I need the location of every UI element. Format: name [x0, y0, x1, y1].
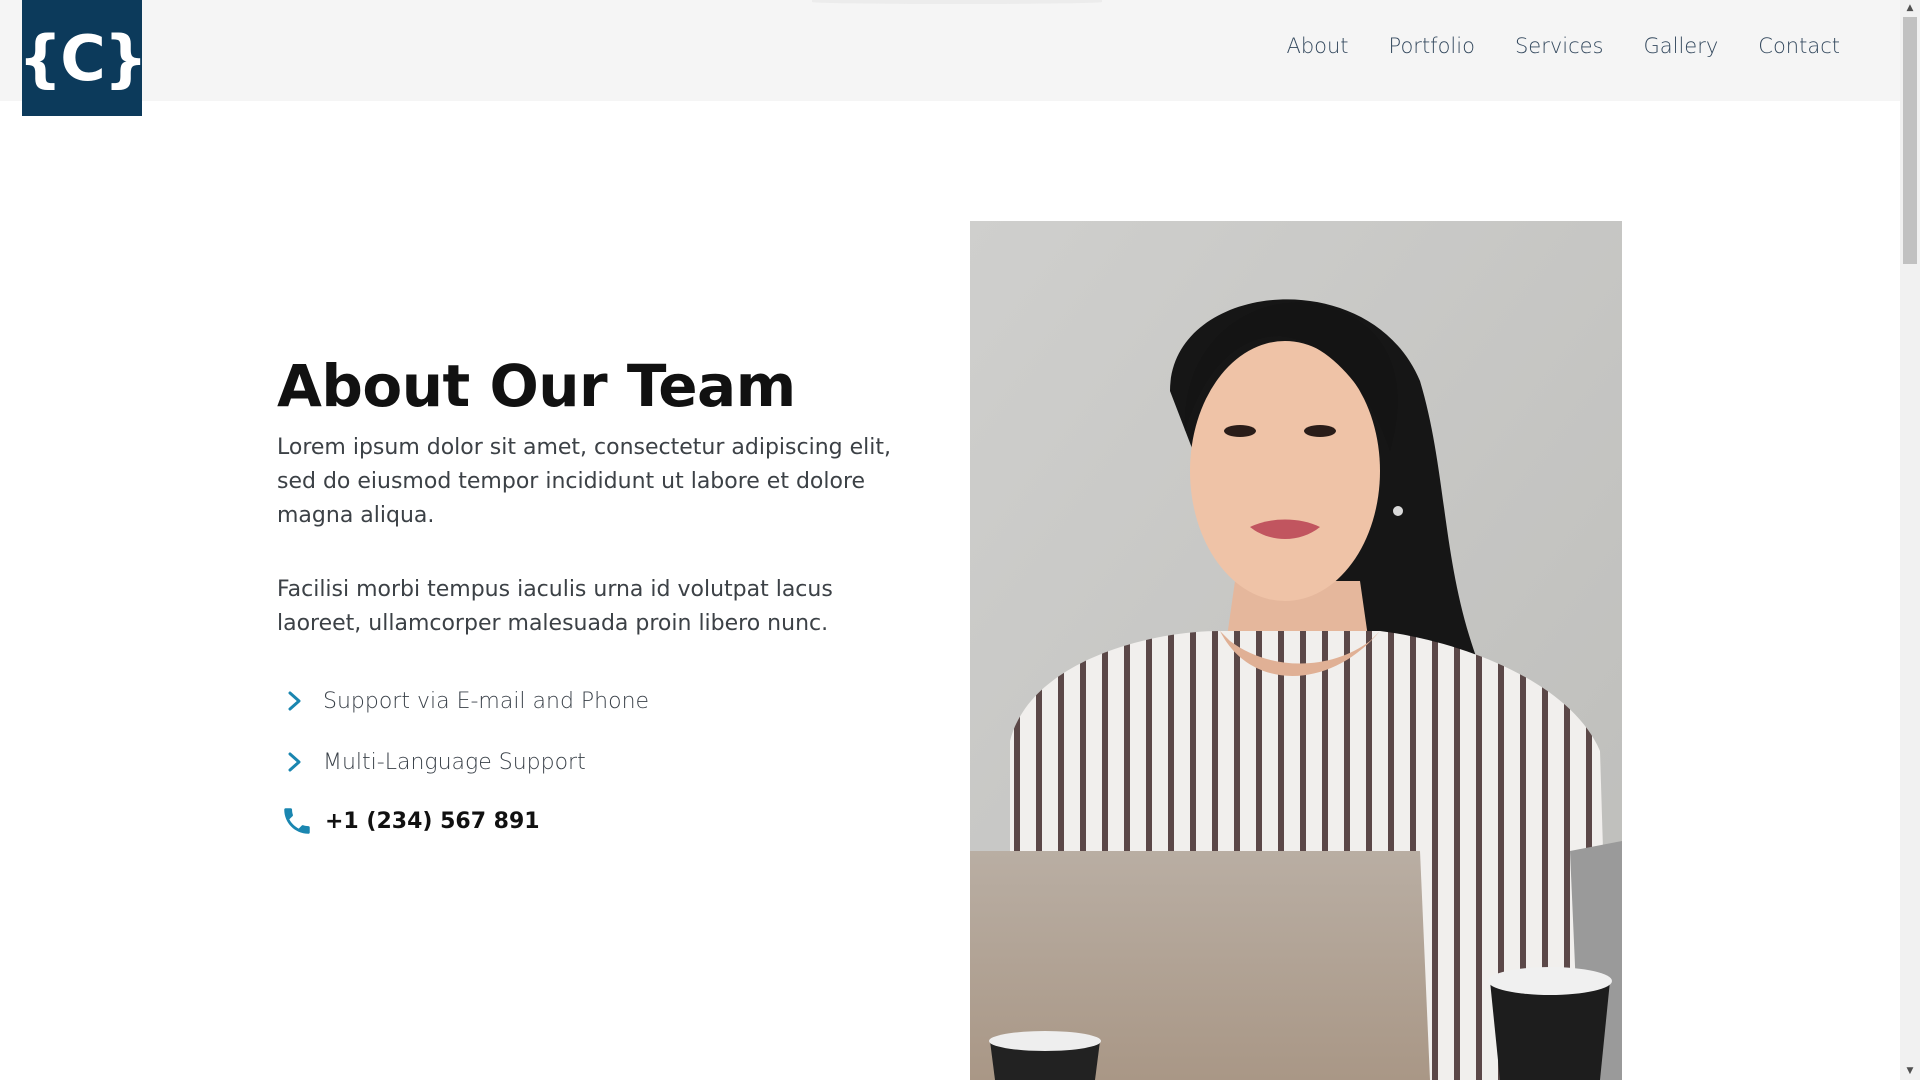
team-member-photo: [970, 221, 1622, 1080]
site-logo[interactable]: {C}: [18, 0, 148, 116]
nav-link-about[interactable]: About: [1286, 30, 1348, 62]
feature-item: Support via E-mail and Phone: [277, 681, 917, 721]
header-shadow: [812, 0, 1102, 4]
logo-text: {C}: [18, 21, 148, 95]
about-section: About Our Team Lorem ipsum dolor sit ame…: [277, 340, 917, 839]
scroll-down-icon[interactable]: ▼: [1900, 1063, 1920, 1080]
about-paragraph-1: Lorem ipsum dolor sit amet, consectetur …: [277, 435, 891, 528]
feature-item: Multi-Language Support: [277, 742, 917, 782]
scroll-up-icon[interactable]: ▲: [1900, 0, 1920, 17]
nav-link-gallery[interactable]: Gallery: [1644, 30, 1719, 62]
scroll-thumb[interactable]: [1903, 17, 1917, 264]
feature-list: Support via E-mail and Phone Multi-Langu…: [277, 681, 917, 782]
main-nav: About Portfolio Services Gallery Contact: [1246, 30, 1840, 62]
page: About Portfolio Services Gallery Contact…: [0, 0, 1920, 1080]
page-scrollbar[interactable]: ▲ ▼: [1900, 0, 1920, 1080]
nav-link-contact[interactable]: Contact: [1758, 30, 1840, 62]
phone-icon: [280, 803, 316, 839]
chevron-right-icon: [287, 688, 309, 714]
feature-label: Support via E-mail and Phone: [323, 688, 650, 714]
page-title: About Our Team: [277, 352, 796, 420]
about-paragraph-2: Facilisi morbi tempus iaculis urna id vo…: [277, 577, 833, 636]
site-header: About Portfolio Services Gallery Contact: [0, 0, 1900, 101]
nav-link-services[interactable]: Services: [1515, 30, 1604, 62]
phone-number[interactable]: +1 (234) 567 891: [325, 809, 540, 834]
feature-label: Multi-Language Support: [323, 749, 586, 775]
nav-link-portfolio[interactable]: Portfolio: [1389, 30, 1475, 62]
phone-contact[interactable]: +1 (234) 567 891: [277, 803, 917, 839]
chevron-right-icon: [287, 749, 309, 775]
